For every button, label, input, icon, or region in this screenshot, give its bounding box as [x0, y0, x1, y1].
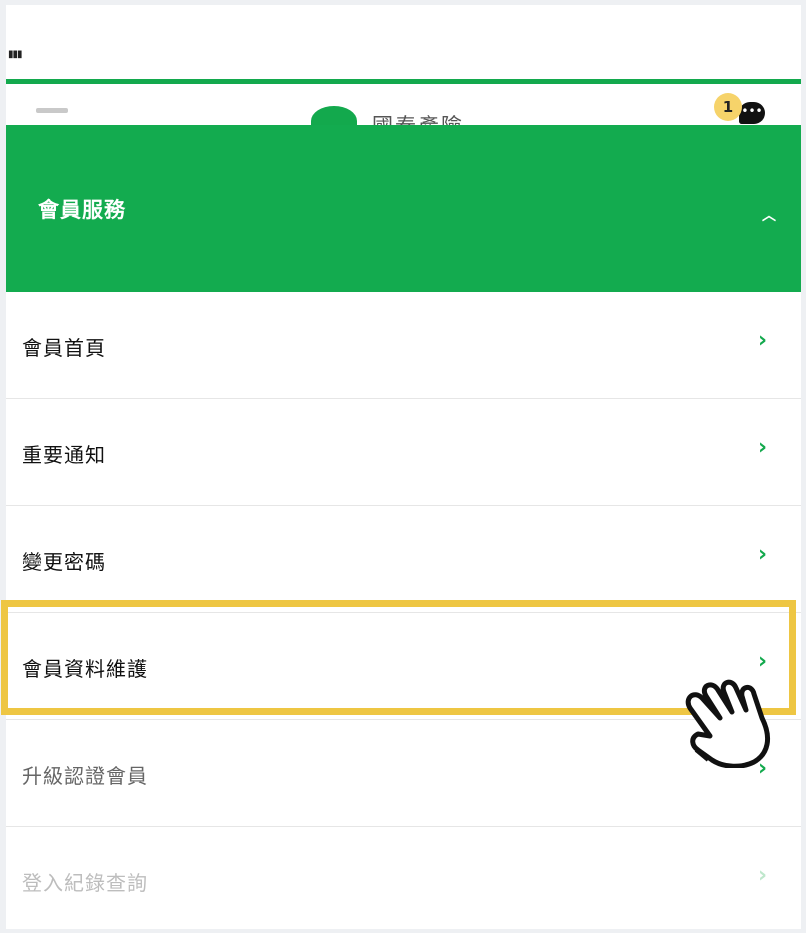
menu-icon[interactable]: [36, 108, 68, 113]
menu-item-member-home[interactable]: 會員首頁 ›: [6, 292, 801, 399]
menu-item-label: 升級認證會員: [22, 764, 148, 788]
menu-item-label: 重要通知: [22, 443, 106, 467]
section-title: 會員服務: [38, 198, 126, 222]
menu-item-label: 變更密碼: [22, 550, 106, 574]
chat-icon[interactable]: •••: [739, 102, 765, 124]
member-menu: 會員首頁 › 重要通知 › 變更密碼 › 會員資料維護 › 升級認證會員 › 登…: [6, 292, 801, 929]
chevron-right-icon: ›: [758, 542, 768, 567]
menu-item-important-notice[interactable]: 重要通知 ›: [6, 399, 801, 506]
notification-badge: 1: [714, 93, 742, 121]
status-bar: ▮▮▮: [6, 5, 801, 78]
chevron-right-icon: ›: [758, 435, 768, 460]
app-bar: 國泰產險 ••• 1: [6, 84, 801, 129]
signal-icon: ▮▮▮: [8, 49, 22, 60]
menu-item-label: 會員資料維護: [22, 657, 148, 681]
menu-item-label: 登入紀錄查詢: [22, 871, 148, 895]
menu-item-label: 會員首頁: [22, 336, 106, 360]
hand-pointer-icon: [685, 679, 771, 768]
menu-item-login-history[interactable]: 登入紀錄查詢 ›: [6, 827, 801, 929]
member-services-header[interactable]: 會員服務 ︿: [6, 125, 801, 292]
chat-icon-dots: •••: [741, 104, 763, 118]
phone-screen: ▮▮▮ 國泰產險 ••• 1 會員服務 ︿ 會員首頁 › 重要通知 › 變更密碼…: [6, 5, 801, 929]
chevron-right-icon: ›: [758, 863, 768, 888]
chevron-right-icon: ›: [758, 328, 768, 353]
menu-item-change-password[interactable]: 變更密碼 ›: [6, 506, 801, 613]
caret-up-icon[interactable]: ︿: [762, 205, 776, 225]
